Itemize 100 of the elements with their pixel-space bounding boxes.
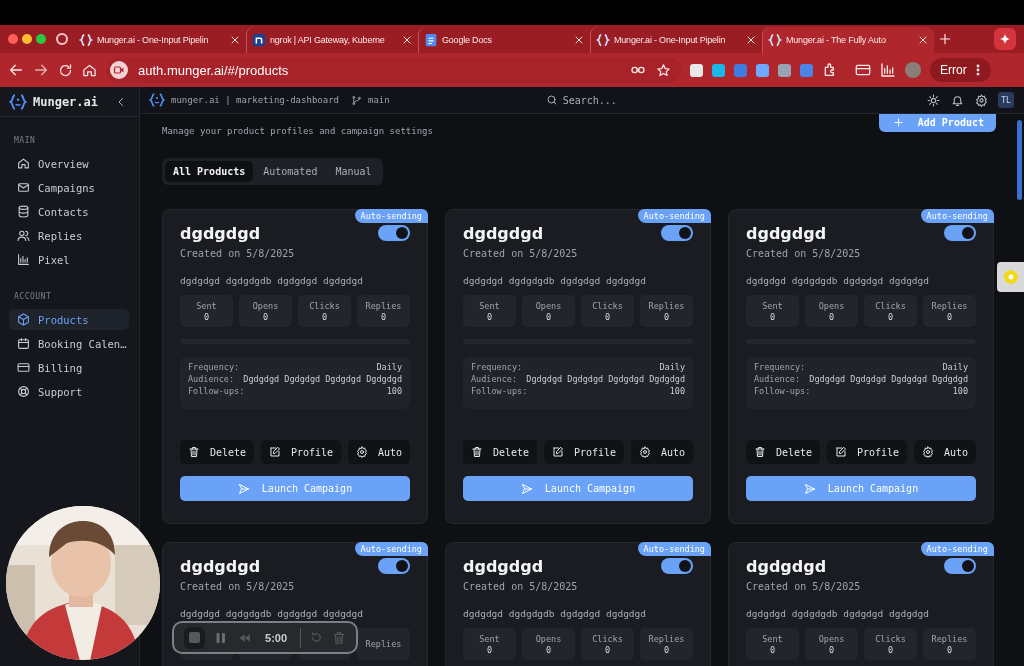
users-icon	[17, 229, 30, 242]
status-badge: Auto-sending	[637, 542, 711, 556]
star-icon[interactable]	[656, 62, 671, 78]
stat-label: Replies	[365, 300, 402, 311]
section-heading: MAIN	[13, 135, 37, 147]
pause-icon[interactable]	[214, 630, 228, 645]
sun-icon[interactable]	[927, 93, 940, 107]
stat-label: Opens	[818, 633, 845, 644]
filter-tab[interactable]: Automated	[255, 161, 326, 182]
branch-name: main	[368, 95, 390, 105]
action-button[interactable]: Delete	[180, 440, 255, 464]
product-description: dgdgdgd dgdgdgdb dgdgdgd dgdgdgd	[746, 275, 931, 286]
action-button[interactable]: Profile	[826, 440, 908, 464]
sidebar-item[interactable]: Support	[9, 381, 129, 402]
stat-value: 0	[203, 311, 210, 322]
trash-icon	[754, 446, 766, 458]
stat-label: Opens	[818, 300, 845, 311]
auto-toggle[interactable]	[661, 558, 693, 574]
detail-label: Audience:	[188, 374, 235, 384]
page-subtitle: Manage your product profiles and campaign settings	[162, 126, 433, 136]
extension-icon[interactable]	[690, 63, 703, 77]
stat-label: Clicks	[875, 633, 906, 644]
created-date: Created on 5/8/2025	[746, 581, 862, 592]
extension-icon[interactable]	[712, 63, 725, 77]
record-icon	[56, 33, 68, 45]
detail-value: 100	[669, 386, 685, 396]
close-icon[interactable]	[401, 34, 413, 46]
stat-label: Opens	[252, 300, 279, 311]
close-icon[interactable]	[917, 34, 929, 46]
browser-tab[interactable]: Munger.ai - One-Input Pipelin	[74, 27, 246, 53]
error-button[interactable]: Error	[930, 58, 991, 82]
close-icon[interactable]	[229, 34, 241, 46]
address-field[interactable]: auth.munger.ai/#/products	[106, 57, 681, 83]
product-title: dgdgdgd	[180, 557, 261, 576]
reload-icon[interactable]	[58, 62, 73, 78]
detail-label: Frequency:	[471, 362, 523, 372]
created-date: Created on 5/8/2025	[180, 581, 296, 592]
stop-button[interactable]	[184, 626, 206, 649]
database-icon	[17, 205, 30, 218]
user-avatar[interactable]: TL	[998, 92, 1014, 108]
site-info-icon[interactable]	[110, 61, 128, 79]
sidebar-item[interactable]: Contacts	[9, 201, 129, 222]
detail-label: Follow-ups:	[754, 386, 811, 396]
sidebar-item[interactable]: Campaigns	[9, 177, 129, 198]
stat-label: Sent	[762, 633, 783, 644]
detail-value: Dgdgdgd Dgdgdgd Dgdgdgd Dgdgdgd	[809, 374, 968, 384]
braces-icon	[596, 33, 610, 47]
home-icon	[17, 157, 30, 170]
tab-title: Munger.ai - One-Input Pipelin	[614, 35, 727, 45]
filter-tab[interactable]: All Products	[165, 161, 254, 182]
sparkle-icon	[999, 33, 1011, 45]
back-icon[interactable]	[8, 62, 24, 78]
detail-value: Dgdgdgd Dgdgdgd Dgdgdgd Dgdgdgd	[243, 374, 402, 384]
sidebar-item[interactable]: Replies	[9, 225, 129, 246]
sidebar-item[interactable]: Overview	[9, 153, 129, 174]
sparkle-button[interactable]	[994, 28, 1016, 50]
action-button[interactable]: Delete	[746, 440, 821, 464]
action-button[interactable]: Auto	[913, 440, 976, 464]
product-title: dgdgdgd	[746, 224, 827, 243]
action-button[interactable]: Auto	[630, 440, 693, 464]
extension-icon[interactable]	[778, 63, 791, 77]
scrollbar-thumb[interactable]	[1017, 120, 1022, 200]
action-button[interactable]: Profile	[543, 440, 625, 464]
sidebar-item[interactable]: Pixel	[9, 249, 129, 270]
chart-icon	[17, 253, 30, 266]
sidebar-item[interactable]: Billing	[9, 357, 129, 378]
home-icon[interactable]	[82, 62, 97, 78]
action-button[interactable]: Delete	[463, 440, 538, 464]
braces-logo-icon	[149, 92, 165, 108]
auto-toggle[interactable]	[944, 558, 976, 574]
filter-tab[interactable]: Manual	[327, 161, 380, 182]
detail-label: Frequency:	[188, 362, 240, 372]
close-icon[interactable]	[745, 34, 757, 46]
settings-icon[interactable]	[975, 93, 988, 107]
sidebar-item[interactable]: Booking Calen…	[9, 333, 129, 354]
restart-icon[interactable]	[310, 631, 323, 644]
tab-title: Google Docs	[442, 35, 493, 45]
auto-toggle[interactable]	[378, 225, 410, 241]
search-field[interactable]: Search...	[545, 94, 653, 106]
gear-icon	[638, 446, 651, 458]
stat-value: 0	[887, 311, 894, 322]
forward-icon[interactable]	[33, 62, 49, 78]
auto-toggle[interactable]	[661, 225, 693, 241]
action-button[interactable]: Auto	[347, 440, 410, 464]
stat-value: 0	[545, 644, 552, 655]
close-icon[interactable]	[573, 34, 585, 46]
auto-toggle[interactable]	[378, 558, 410, 574]
extension-icon[interactable]	[756, 63, 769, 77]
notifications-icon[interactable]	[951, 93, 964, 107]
new-tab-icon[interactable]	[938, 32, 952, 46]
stat-label: Sent	[479, 633, 500, 644]
browser-tab[interactable]: Munger.ai - The Fully Auto	[762, 27, 934, 53]
trash-icon	[471, 446, 483, 458]
detail-value: Dgdgdgd Dgdgdgd Dgdgdgd Dgdgdgd	[526, 374, 685, 384]
document-icon	[424, 33, 438, 47]
detail-value: Daily	[376, 362, 402, 372]
product-description: dgdgdgd dgdgdgdb dgdgdgd dgdgdgd	[746, 608, 931, 619]
sidebar-item[interactable]: Products	[9, 309, 129, 330]
action-button[interactable]: Profile	[260, 440, 342, 464]
auto-toggle[interactable]	[944, 225, 976, 241]
